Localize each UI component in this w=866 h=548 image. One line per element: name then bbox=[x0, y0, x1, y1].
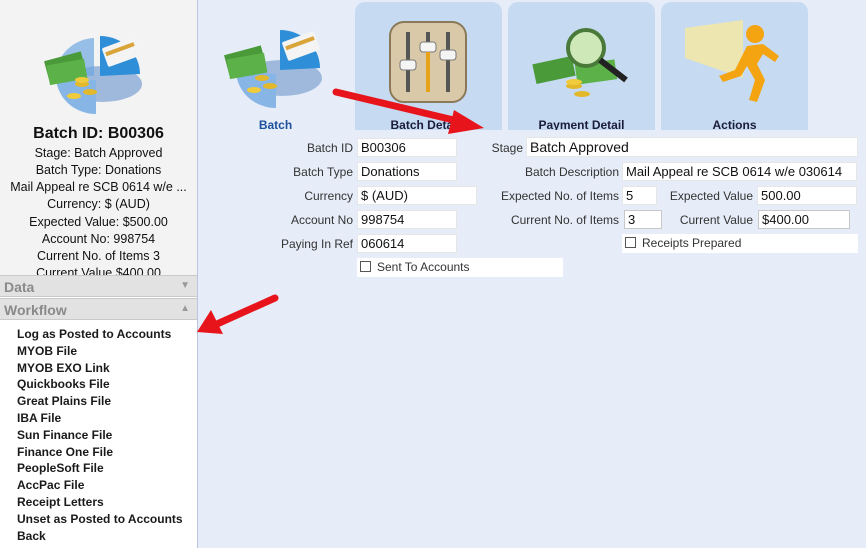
workflow-finance-one-file[interactable]: Finance One File bbox=[17, 444, 183, 461]
workflow-quickbooks-file[interactable]: Quickbooks File bbox=[17, 376, 183, 393]
summary-current-items: Current No. of Items 3 bbox=[37, 249, 160, 263]
workflow-myob-file[interactable]: MYOB File bbox=[17, 343, 183, 360]
expected-items-label: Expected No. of Items bbox=[500, 189, 619, 203]
batch-pie-icon bbox=[224, 30, 322, 108]
workflow-accordion-header[interactable]: Workflow ▲ bbox=[0, 298, 197, 320]
batch-description-label: Batch Description bbox=[524, 165, 619, 179]
current-value-field[interactable]: $400.00 bbox=[758, 210, 850, 229]
stage-field[interactable]: Batch Approved bbox=[526, 137, 858, 157]
workflow-accordion-label: Workflow bbox=[4, 302, 67, 318]
sent-to-accounts-checkbox[interactable]: Sent To Accounts bbox=[357, 258, 563, 277]
summary-stage: Stage: Batch Approved bbox=[34, 146, 163, 160]
sidebar: Batch ID: B00306 Stage: Batch Approved B… bbox=[0, 0, 198, 548]
account-no-label: Account No bbox=[290, 213, 353, 227]
checkbox-icon bbox=[625, 237, 636, 248]
chevron-down-icon: ▼ bbox=[180, 280, 190, 291]
tab-actions[interactable]: Actions bbox=[661, 2, 808, 142]
workflow-sun-finance-file[interactable]: Sun Finance File bbox=[17, 427, 183, 444]
current-value-label: Current Value bbox=[679, 213, 753, 227]
batch-id-heading: Batch ID: B00306 bbox=[33, 125, 164, 142]
expected-value-label: Expected Value bbox=[669, 189, 753, 203]
data-accordion-header[interactable]: Data ▼ bbox=[0, 275, 197, 297]
summary-account-no: Account No: 998754 bbox=[41, 232, 156, 246]
batch-type-label: Batch Type bbox=[293, 165, 353, 179]
workflow-log-posted[interactable]: Log as Posted to Accounts bbox=[17, 326, 183, 343]
workflow-great-plains-file[interactable]: Great Plains File bbox=[17, 393, 183, 410]
magnifier-money-icon bbox=[532, 28, 628, 97]
summary-expected-value: Expected Value: $500.00 bbox=[29, 215, 168, 229]
currency-label: Currency bbox=[304, 189, 353, 203]
account-no-field[interactable]: 998754 bbox=[357, 210, 457, 229]
stage-label: Stage bbox=[491, 141, 523, 155]
workflow-peoplesoft-file[interactable]: PeopleSoft File bbox=[17, 460, 183, 477]
annotation-arrow-icon bbox=[332, 88, 484, 134]
checkbox-icon bbox=[360, 261, 371, 272]
workflow-iba-file[interactable]: IBA File bbox=[17, 410, 183, 427]
workflow-menu: Log as Posted to Accounts MYOB File MYOB… bbox=[17, 326, 183, 544]
batch-id-label: Batch ID bbox=[306, 141, 353, 155]
summary-current-value: Current Value $400.00 bbox=[36, 266, 161, 275]
running-man-icon bbox=[685, 20, 779, 102]
currency-select[interactable]: $ (AUD) bbox=[357, 186, 477, 205]
expected-value-field[interactable]: 500.00 bbox=[757, 186, 857, 205]
receipts-prepared-label: Receipts Prepared bbox=[642, 236, 742, 250]
workflow-back[interactable]: Back bbox=[17, 528, 183, 545]
current-items-field[interactable]: 3 bbox=[624, 210, 662, 229]
batch-summary-panel: Batch ID: B00306 Stage: Batch Approved B… bbox=[0, 0, 197, 275]
tab-batch[interactable]: Batch bbox=[202, 2, 349, 142]
workflow-receipt-letters[interactable]: Receipt Letters bbox=[17, 494, 183, 511]
tab-payment-detail[interactable]: Payment Detail bbox=[508, 2, 655, 142]
current-items-label: Current No. of Items bbox=[510, 213, 619, 227]
sent-to-accounts-label: Sent To Accounts bbox=[377, 260, 470, 274]
chevron-up-icon: ▲ bbox=[180, 303, 190, 314]
batch-type-field[interactable]: Donations bbox=[357, 162, 457, 181]
summary-currency: Currency: $ (AUD) bbox=[47, 197, 150, 211]
summary-batch-type: Batch Type: Donations bbox=[35, 163, 162, 177]
receipts-prepared-checkbox[interactable]: Receipts Prepared bbox=[622, 234, 858, 253]
data-accordion-label: Data bbox=[4, 279, 35, 295]
paying-in-ref-field[interactable]: 060614 bbox=[357, 234, 457, 253]
workflow-accpac-file[interactable]: AccPac File bbox=[17, 477, 183, 494]
summary-description: Mail Appeal re SCB 0614 w/e ... bbox=[10, 180, 187, 194]
workflow-myob-exo-link[interactable]: MYOB EXO Link bbox=[17, 360, 183, 377]
batch-pie-icon bbox=[44, 22, 144, 115]
annotation-arrow-icon bbox=[197, 294, 279, 334]
expected-items-field[interactable]: 5 bbox=[622, 186, 657, 205]
paying-in-ref-label: Paying In Ref bbox=[280, 237, 353, 251]
batch-description-field[interactable]: Mail Appeal re SCB 0614 w/e 030614 bbox=[622, 162, 857, 181]
batch-id-field[interactable]: B00306 bbox=[357, 138, 457, 157]
workflow-unset-posted[interactable]: Unset as Posted to Accounts bbox=[17, 511, 183, 528]
